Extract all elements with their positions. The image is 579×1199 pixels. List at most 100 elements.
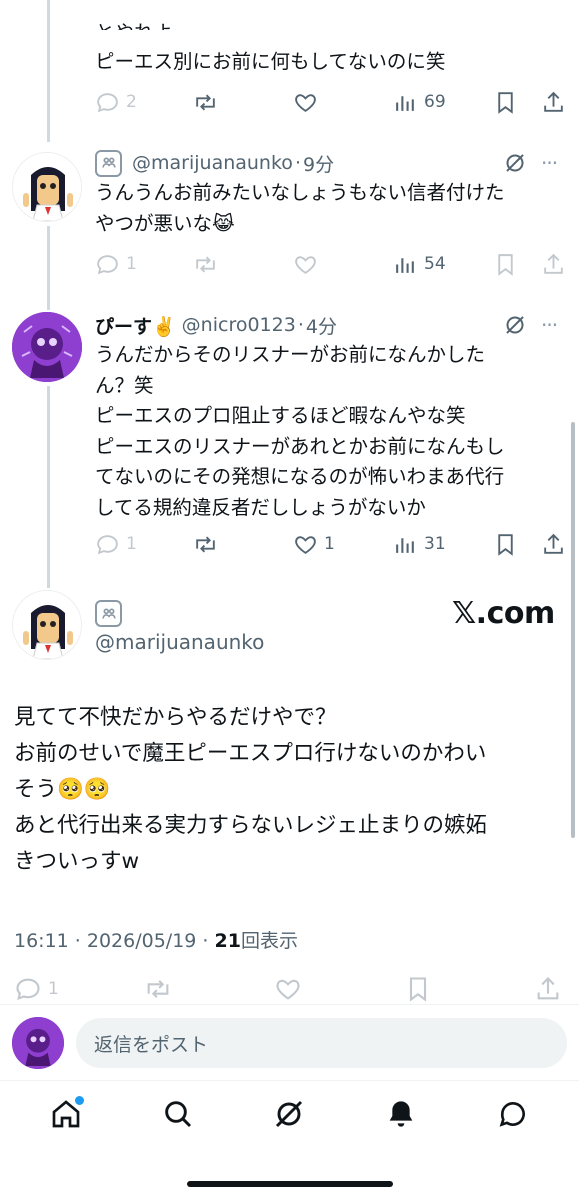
repost-icon <box>196 536 215 552</box>
affiliate-badge-icon <box>95 600 122 627</box>
reply-button[interactable]: 1 <box>95 252 193 277</box>
reply-count: 1 <box>48 979 59 999</box>
notification-dot <box>74 1095 84 1105</box>
share-icon <box>537 977 559 1000</box>
main-tweet-text: 見てて不快だからやるだけやで？ お前のせいで魔王ピーエスプロ行けないのかわい そ… <box>14 705 488 874</box>
separator-dot: · <box>294 152 301 174</box>
reply2-time[interactable]: 4分 <box>306 312 337 339</box>
scrollbar[interactable] <box>571 422 575 838</box>
like-icon <box>276 979 300 1000</box>
like-icon <box>295 93 316 112</box>
like-button[interactable] <box>274 975 404 1003</box>
reply1-time[interactable]: 9分 <box>303 150 334 177</box>
reply2-handle[interactable]: @nicro0123 <box>182 314 296 336</box>
composer-avatar[interactable] <box>12 1017 64 1069</box>
thread-line-2 <box>47 386 50 588</box>
reply-button[interactable]: 1 <box>95 532 193 557</box>
views-icon <box>396 257 414 273</box>
affiliate-badge-icon <box>95 149 122 177</box>
views-count: 31 <box>424 534 446 554</box>
share-button[interactable] <box>541 532 566 557</box>
reply-input[interactable]: 返信をポスト <box>76 1018 567 1068</box>
share-button[interactable] <box>541 252 566 277</box>
reply1-text: うんうんお前みたいなしょうもない信者付けた やつが悪いな😹 <box>95 181 505 235</box>
reply-input-placeholder: 返信をポスト <box>94 1033 209 1056</box>
bookmark-button[interactable] <box>493 90 541 115</box>
nav-search[interactable] <box>162 1098 194 1134</box>
reply-icon <box>97 254 118 274</box>
share-button[interactable] <box>541 90 566 115</box>
bookmark-icon <box>409 977 427 1002</box>
more-options-icon[interactable]: ··· <box>541 151 558 175</box>
like-button[interactable] <box>293 252 393 277</box>
bookmark-button[interactable] <box>404 975 534 1003</box>
avatar-image <box>13 591 81 659</box>
reply1-actions: 1 54 <box>95 249 567 279</box>
grok-icon[interactable] <box>503 313 527 341</box>
like-button[interactable]: 1 <box>293 532 393 557</box>
views-button[interactable]: 69 <box>393 90 493 115</box>
avatar-image <box>12 1017 64 1069</box>
divider <box>0 1004 579 1005</box>
grok-icon <box>276 1100 303 1127</box>
share-button[interactable] <box>534 975 562 1003</box>
repost-icon <box>196 94 215 110</box>
nav-messages[interactable] <box>497 1098 529 1134</box>
reply2-header: ぴーす✌️ @nicro0123 · 4分 <box>95 310 337 340</box>
main-tweet-timestamp: 16:11 · 2026/05/19 · 21回表示 <box>14 926 298 953</box>
reply-button[interactable]: 1 <box>14 975 144 1003</box>
bottom-navigation <box>0 1080 579 1150</box>
nav-home[interactable] <box>50 1095 84 1134</box>
separator-dot: · <box>297 314 304 336</box>
messages-icon <box>499 1101 526 1127</box>
main-tweet-actions: 1 <box>14 974 569 1004</box>
like-icon <box>295 255 316 274</box>
home-indicator <box>187 1181 393 1187</box>
share-icon <box>544 253 563 274</box>
reply-count: 1 <box>126 534 137 554</box>
reply-button[interactable]: 2 <box>95 90 193 115</box>
more-options-icon[interactable]: ··· <box>541 313 558 337</box>
search-icon <box>164 1100 191 1127</box>
reply2-text: うんだからそのリスナーがお前になんかした ん？笑 ピーエスのプロ阻止するほど暇な… <box>95 343 505 519</box>
notifications-icon <box>389 1100 413 1127</box>
bookmark-button[interactable] <box>493 252 541 277</box>
views-count: 54 <box>424 254 446 274</box>
views-button[interactable]: 54 <box>393 252 493 277</box>
share-icon <box>544 91 563 112</box>
repost-button[interactable] <box>193 252 293 277</box>
share-icon <box>544 533 563 554</box>
avatar[interactable] <box>12 312 82 382</box>
reply2-actions: 1 1 31 <box>95 529 567 559</box>
views-count: 69 <box>424 92 446 112</box>
bookmark-icon <box>498 253 513 276</box>
reply-icon <box>97 534 118 554</box>
views-icon <box>396 537 414 553</box>
thread-line-top <box>47 0 50 142</box>
bookmark-icon <box>498 533 513 556</box>
reply2-display-name[interactable]: ぴーす✌️ <box>95 312 176 339</box>
nav-notifications[interactable] <box>385 1098 417 1134</box>
top-tweet-text: ピーエス別にお前に何もしてないのに笑 <box>95 50 446 73</box>
repost-button[interactable] <box>144 975 274 1003</box>
views-button[interactable]: 31 <box>393 532 493 557</box>
nav-grok[interactable] <box>273 1098 305 1134</box>
timestamp-text[interactable]: 16:11 · 2026/05/19 · <box>14 930 215 952</box>
reply-count: 2 <box>126 92 137 112</box>
avatar-image <box>13 153 81 221</box>
repost-button[interactable] <box>193 532 293 557</box>
main-tweet-handle[interactable]: @marijuanaunko <box>95 630 264 654</box>
avatar[interactable] <box>12 590 82 660</box>
like-icon <box>295 535 316 554</box>
grok-icon[interactable] <box>503 151 527 179</box>
reply1-header: @marijuanaunko · 9分 <box>95 148 334 178</box>
avatar[interactable] <box>12 152 82 222</box>
repost-button[interactable] <box>193 90 293 115</box>
bookmark-button[interactable] <box>493 532 541 557</box>
like-button[interactable] <box>293 90 393 115</box>
repost-icon <box>196 256 215 272</box>
views-number: 21 <box>214 930 241 952</box>
reply1-handle[interactable]: @marijuanaunko <box>132 152 293 174</box>
reply-count: 1 <box>126 254 137 274</box>
avatar-image <box>12 312 82 382</box>
